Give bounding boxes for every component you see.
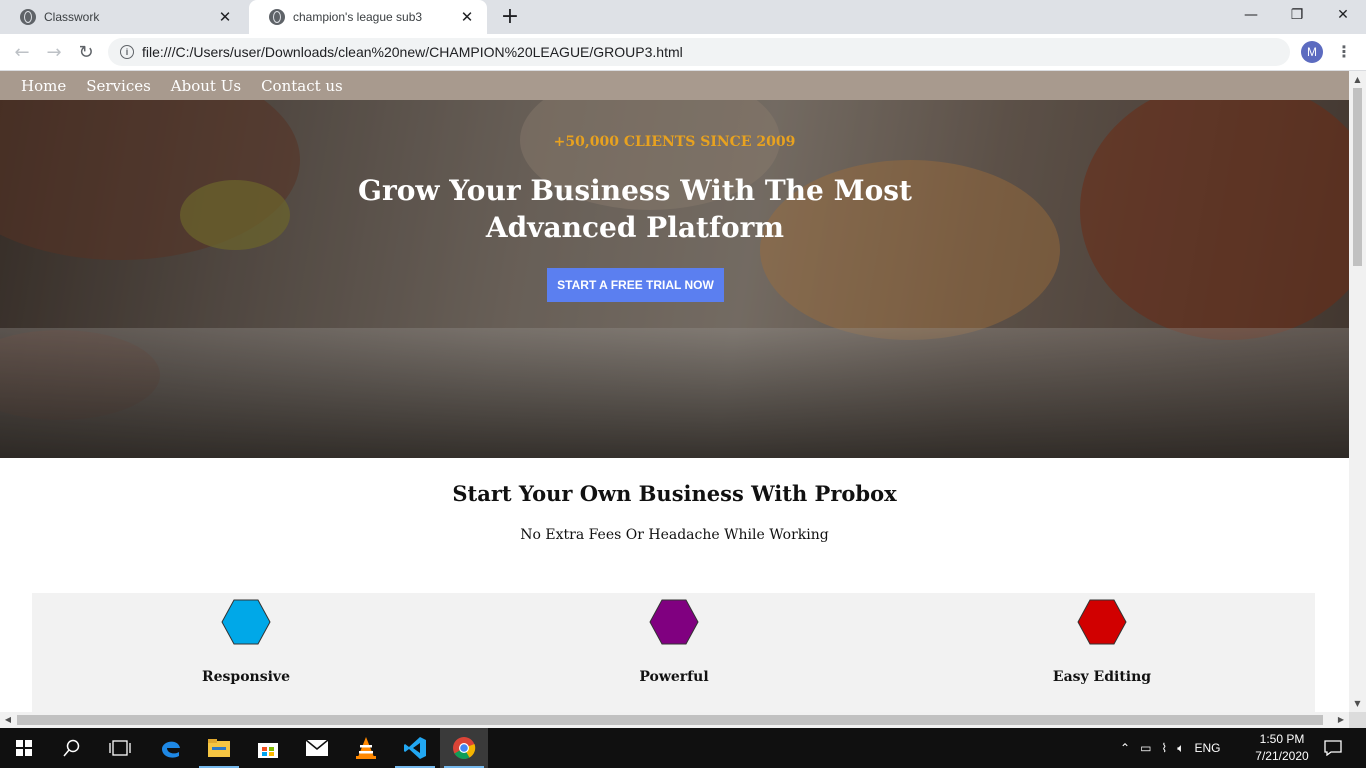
hexagon-icon <box>649 599 699 645</box>
browser-menu-icon[interactable]: ⋮ <box>1336 40 1352 64</box>
hexagon-icon <box>1077 599 1127 645</box>
start-free-trial-button[interactable]: START A FREE TRIAL NOW <box>547 268 724 302</box>
close-tab-icon[interactable]: ✕ <box>217 8 233 26</box>
clock[interactable]: 1:50 PM 7/21/2020 <box>1244 731 1320 765</box>
task-view-icon[interactable] <box>96 728 144 768</box>
tab-classwork[interactable]: Classwork ✕ <box>0 0 245 34</box>
features-panel: Responsive Powerful Easy Editing <box>32 593 1315 712</box>
notifications-icon[interactable] <box>1322 728 1344 768</box>
wifi-icon[interactable]: ⌇ <box>1161 741 1167 755</box>
hexagon-icon <box>221 599 271 645</box>
horizontal-scrollbar[interactable]: ◀ ▶ <box>0 712 1349 728</box>
system-tray: ⌃ ▭ ⌇ 🔈︎ ENG <box>1120 728 1220 768</box>
nav-link-services[interactable]: Services <box>86 77 151 95</box>
browser-tab-strip: Classwork ✕ champion's league sub3 ✕ + —… <box>0 0 1366 34</box>
reload-button[interactable]: ↻ <box>74 40 98 64</box>
back-button[interactable]: ← <box>10 40 34 64</box>
chevron-up-icon[interactable]: ⌃ <box>1120 741 1130 755</box>
vscode-icon[interactable] <box>391 728 439 768</box>
globe-icon <box>269 9 285 25</box>
vlc-icon[interactable] <box>342 728 390 768</box>
clock-date: 7/21/2020 <box>1255 749 1309 763</box>
scroll-right-arrow-icon[interactable]: ▶ <box>1333 712 1349 728</box>
feature-label: Responsive <box>202 669 290 685</box>
vertical-scroll-thumb[interactable] <box>1353 88 1362 266</box>
scroll-left-arrow-icon[interactable]: ◀ <box>0 712 16 728</box>
browser-toolbar: ← → ↻ i file:///C:/Users/user/Downloads/… <box>0 34 1366 71</box>
feature-powerful: Powerful <box>460 593 888 712</box>
forward-button[interactable]: → <box>42 40 66 64</box>
feature-easy-editing: Easy Editing <box>888 593 1316 712</box>
section-title: Start Your Own Business With Probox <box>452 481 897 506</box>
scroll-up-arrow-icon[interactable]: ▲ <box>1349 71 1366 88</box>
edge-icon[interactable] <box>147 728 195 768</box>
tab-title: champion's league sub3 <box>293 10 423 24</box>
minimize-button[interactable]: — <box>1228 0 1274 30</box>
close-tab-icon[interactable]: ✕ <box>459 8 475 26</box>
vertical-scrollbar[interactable]: ▲ ▼ <box>1349 71 1366 712</box>
profile-avatar[interactable]: M <box>1301 41 1323 63</box>
scroll-down-arrow-icon[interactable]: ▼ <box>1349 695 1366 712</box>
address-bar[interactable]: i file:///C:/Users/user/Downloads/clean%… <box>108 38 1290 66</box>
close-window-button[interactable]: ✕ <box>1320 0 1366 30</box>
tab-title: Classwork <box>44 10 100 24</box>
page-viewport: Home Services About Us Contact us +50,00… <box>0 71 1349 712</box>
restore-button[interactable]: ❐ <box>1274 0 1320 30</box>
feature-responsive: Responsive <box>32 593 460 712</box>
battery-icon[interactable]: ▭ <box>1140 741 1151 755</box>
nav-link-home[interactable]: Home <box>21 77 66 95</box>
globe-icon <box>20 9 36 25</box>
language-indicator[interactable]: ENG <box>1194 741 1220 755</box>
info-icon[interactable]: i <box>120 45 134 59</box>
windows-taskbar: ⌃ ▭ ⌇ 🔈︎ ENG 1:50 PM 7/21/2020 <box>0 728 1366 768</box>
hero-title: Grow Your Business With The Most Advance… <box>358 174 912 244</box>
site-navbar: Home Services About Us Contact us <box>0 71 1349 100</box>
hero-banner: +50,000 CLIENTS SINCE 2009 Grow Your Bus… <box>0 100 1349 458</box>
hero-tagline: +50,000 CLIENTS SINCE 2009 <box>553 134 796 150</box>
mail-icon[interactable] <box>293 728 341 768</box>
file-explorer-icon[interactable] <box>195 728 243 768</box>
clock-time: 1:50 PM <box>1259 732 1305 746</box>
url-text[interactable]: file:///C:/Users/user/Downloads/clean%20… <box>142 44 683 60</box>
feature-label: Easy Editing <box>1052 669 1152 685</box>
nav-link-about-us[interactable]: About Us <box>171 77 241 95</box>
feature-label: Powerful <box>639 669 709 685</box>
new-tab-button[interactable]: + <box>498 4 522 29</box>
scrollbar-corner <box>1349 712 1366 728</box>
chrome-icon[interactable] <box>440 728 488 768</box>
section-subtitle: No Extra Fees Or Headache While Working <box>520 527 829 543</box>
nav-link-contact-us[interactable]: Contact us <box>261 77 343 95</box>
tab-champions-league[interactable]: champion's league sub3 ✕ <box>249 0 487 34</box>
windows-start-icon[interactable] <box>0 728 48 768</box>
volume-icon[interactable]: 🔈︎ <box>1177 741 1184 756</box>
horizontal-scroll-thumb[interactable] <box>17 715 1323 725</box>
search-icon[interactable] <box>48 728 96 768</box>
store-icon[interactable] <box>244 728 292 768</box>
